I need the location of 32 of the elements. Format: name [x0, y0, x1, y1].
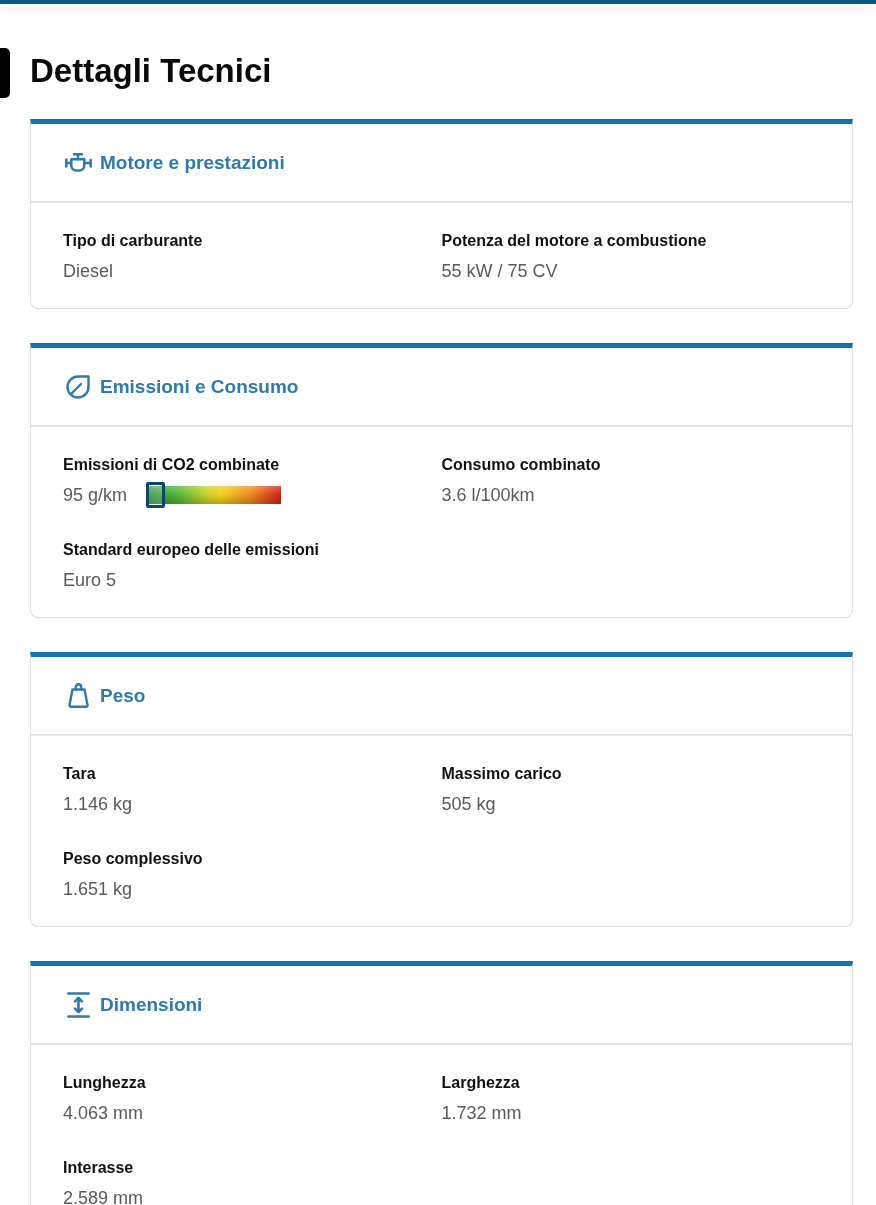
- weight-icon: [67, 683, 89, 708]
- leaf-icon: [66, 374, 90, 399]
- engine-icon: [64, 153, 92, 172]
- spec-label: Consumo combinato: [441, 455, 602, 475]
- spec-value: 1.146 kg: [63, 793, 133, 816]
- spec-value: Diesel: [63, 260, 114, 283]
- spec-value: Euro 5: [63, 569, 117, 592]
- spec-value: 55 kW / 75 CV: [441, 260, 558, 283]
- section-title: Dimensioni: [100, 992, 203, 1017]
- spec-value: 1.732 mm: [441, 1102, 522, 1125]
- section-title: Motore e prestazioni: [100, 150, 285, 175]
- spec-label: Potenza del motore a combustione: [441, 231, 708, 251]
- vertical-dimension-icon: [66, 991, 90, 1018]
- spec-value: 505 kg: [441, 793, 496, 816]
- spec-value: 3.6 l/100km: [441, 484, 535, 507]
- spec-label: Standard europeo delle emissioni: [63, 540, 321, 560]
- spec-label: Emissioni di CO2 combinate: [63, 455, 281, 475]
- spec-value: 4.063 mm: [63, 1102, 144, 1125]
- spec-label: Tipo di carburante: [63, 231, 204, 251]
- spec-label: Peso complessivo: [63, 849, 204, 869]
- spec-label: Larghezza: [441, 1073, 521, 1093]
- heading-accent-bar: [0, 48, 10, 98]
- spec-value: 2.589 mm: [63, 1187, 144, 1205]
- spec-value: 1.651 kg: [63, 878, 133, 901]
- spec-label: Tara: [63, 764, 97, 784]
- spec-value: 95 g/km: [63, 484, 128, 507]
- spec-label: Interasse: [63, 1158, 135, 1178]
- page-title: Dettagli Tecnici: [30, 51, 272, 91]
- section-title: Peso: [100, 683, 146, 708]
- spec-label: Massimo carico: [441, 764, 563, 784]
- spec-label: Lunghezza: [63, 1073, 147, 1093]
- section-title: Emissioni e Consumo: [100, 374, 299, 399]
